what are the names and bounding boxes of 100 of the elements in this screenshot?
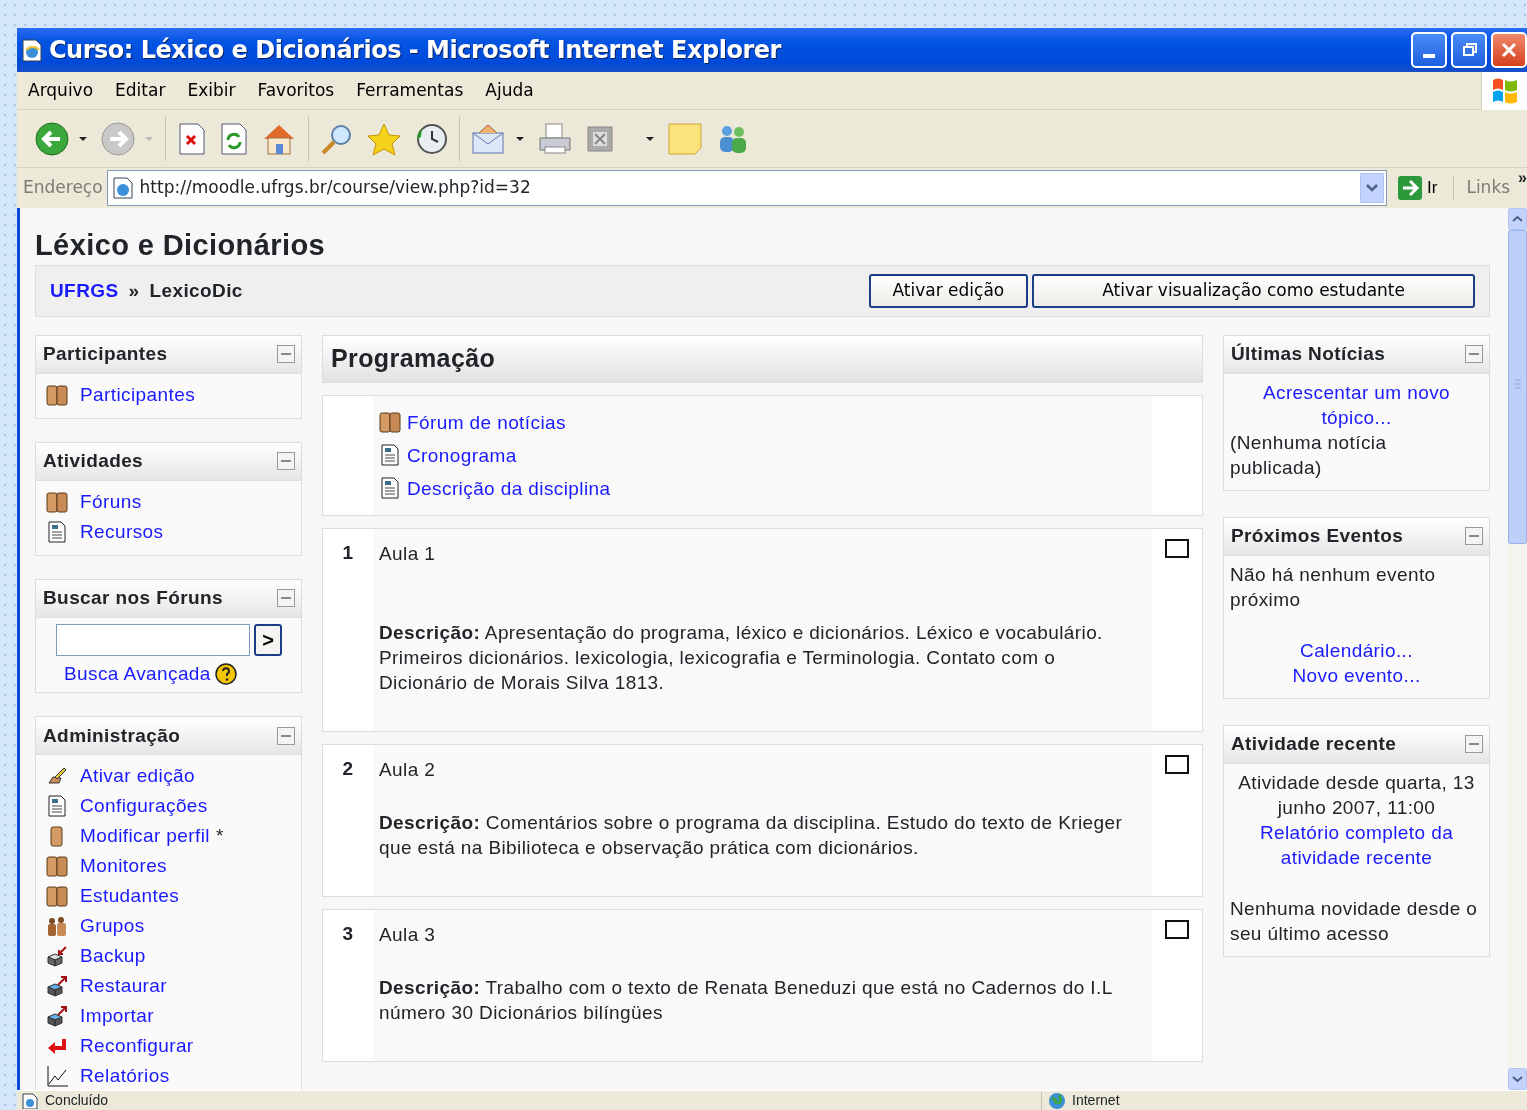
block-link[interactable]: Novo evento... — [1230, 662, 1483, 688]
menu-item[interactable]: Favoritos — [246, 77, 346, 104]
topic-description: Descrição: Apresentação do programa, léxico e dicionários. Léxico e vocabulário. Primeiros dicionários. lexicologia, lexicografia e Terminologia. Contato com o Dicionário de Morais Silva 1813. — [379, 620, 1104, 695]
menu-link[interactable]: Monitores — [80, 852, 168, 881]
topic-number: 3 — [341, 921, 355, 946]
collapse-icon[interactable] — [277, 345, 295, 364]
star-icon — [366, 121, 402, 156]
square-icon[interactable] — [1165, 538, 1189, 559]
breadcrumb-current: LexicoDic — [149, 278, 243, 303]
topic-number: 1 — [341, 540, 355, 565]
sticky-note-icon — [667, 121, 703, 156]
document-icon — [379, 444, 401, 467]
menu-link[interactable]: Participantes — [80, 380, 196, 410]
document-icon — [46, 520, 68, 543]
document-icon — [379, 477, 401, 500]
block-title: Atividades — [43, 449, 144, 474]
resource-link[interactable]: Cronograma — [407, 442, 517, 468]
advanced-search-link[interactable]: Busca Avançada — [64, 659, 211, 689]
collapse-icon[interactable] — [277, 589, 295, 608]
zone-text: Internet — [1072, 1091, 1120, 1110]
menu-link[interactable]: Fóruns — [80, 487, 142, 517]
page-title: Léxico e Dicionários — [35, 228, 327, 263]
close-button[interactable] — [1491, 32, 1527, 68]
menu-link[interactable]: Ativar edição — [80, 762, 196, 791]
block-link[interactable]: Relatório completo da atividade recente — [1230, 819, 1483, 870]
menu-link[interactable]: Restaurar — [80, 972, 168, 1001]
search-field[interactable] — [56, 623, 250, 656]
browser-page-icon — [21, 38, 43, 62]
breadcrumb-separator: » — [128, 278, 140, 303]
topic-description: Descrição: Trabalho com o texto de Renata Beneduzi que está no Cadernos do I.L número 30 Dicionários bilíngües — [379, 975, 1113, 1025]
menu-link[interactable]: Recursos — [80, 517, 164, 547]
topic-description: Descrição: Comentários sobre o programa da disciplina. Estudo do texto de Krieger que está na Bibilioteca e observação prática com dicionários. — [379, 810, 1124, 860]
dropdown-button[interactable] — [1360, 173, 1385, 203]
required-mark: * — [215, 824, 224, 849]
topic-title: Aula 3 — [379, 922, 437, 947]
block-text: Não há nenhum evento próximo — [1230, 562, 1437, 612]
scroll-thumb[interactable] — [1508, 230, 1527, 544]
go-button[interactable]: Ir — [1391, 175, 1455, 201]
more-chevron[interactable]: » — [1518, 166, 1527, 190]
envelope-icon — [471, 122, 507, 155]
restore-button[interactable] — [1451, 32, 1487, 68]
menu-link[interactable]: Grupos — [80, 912, 145, 941]
collapse-icon[interactable] — [1465, 735, 1483, 754]
block-link[interactable]: Calendário... — [1230, 637, 1483, 663]
block-text: Atividade desde quarta, 13 junho 2007, 11:00 — [1237, 770, 1476, 820]
menu-item[interactable]: Ferramentas — [345, 77, 475, 104]
collapse-icon[interactable] — [277, 726, 295, 745]
edit-button[interactable]: Ativar edição — [868, 274, 1029, 308]
document-icon — [46, 795, 68, 818]
menu-link[interactable]: Estudantes — [80, 882, 180, 911]
globe-icon — [1048, 1091, 1067, 1110]
menu-item[interactable]: Ajuda — [474, 77, 545, 104]
block-text: Nenhuma novidade desde o seu último acesso — [1230, 896, 1479, 946]
block-title: Atividade recente — [1231, 732, 1397, 757]
square-icon[interactable] — [1165, 919, 1189, 940]
menu-link[interactable]: Importar — [80, 1002, 154, 1031]
topic-title: Aula 2 — [379, 757, 437, 782]
help-icon — [214, 663, 237, 686]
minimize-button[interactable] — [1411, 32, 1447, 68]
resource-link[interactable]: Descrição da disciplina — [407, 475, 611, 501]
history-clock-icon — [414, 121, 448, 156]
menu-item[interactable]: Editar — [104, 77, 177, 104]
menu-link[interactable]: Relatórios — [80, 1062, 170, 1090]
block-title: Administração — [43, 723, 181, 748]
square-icon[interactable] — [1165, 754, 1189, 775]
menu-item[interactable]: Arquivo — [17, 77, 105, 104]
breadcrumb-link[interactable]: UFRGS — [50, 276, 119, 306]
links-label[interactable]: Links — [1458, 175, 1515, 201]
collapse-icon[interactable] — [277, 452, 295, 471]
menu-link[interactable]: Configurações — [80, 792, 208, 821]
box-arrow-icon — [46, 1005, 68, 1028]
minimize-icon — [1423, 54, 1435, 58]
topic-title: Aula 1 — [379, 541, 437, 566]
status-text: Concluído — [45, 1091, 109, 1110]
block-title: Buscar nos Fóruns — [43, 586, 223, 611]
section-heading: Programação — [322, 334, 1203, 383]
block-title: Últimas Notícias — [1231, 342, 1386, 367]
resource-link[interactable]: Fórum de notícias — [407, 409, 566, 435]
address-label: Endereço — [23, 176, 103, 200]
printer-icon — [537, 121, 573, 156]
search-button[interactable]: > — [254, 623, 282, 656]
menu-link[interactable]: Reconfigurar — [80, 1032, 194, 1061]
student-view-button[interactable]: Ativar visualização como estudante — [1032, 274, 1475, 308]
line-chart-icon — [46, 1065, 68, 1088]
block-title: Próximos Eventos — [1231, 524, 1404, 549]
collapse-icon[interactable] — [1465, 527, 1483, 546]
address-field[interactable]: http://moodle.ufrgs.br/course/view.php?id=32 — [106, 170, 1388, 206]
collapse-icon[interactable] — [1465, 345, 1483, 364]
topic-number: 2 — [341, 756, 355, 781]
group-icon — [46, 915, 68, 938]
stop-page-icon — [177, 121, 207, 156]
close-icon — [1499, 40, 1519, 60]
chevron-down-icon — [1365, 183, 1380, 194]
block-text: (Nenhuma notícia publicada) — [1230, 430, 1388, 480]
menu-link[interactable]: Modificar perfil — [80, 822, 210, 851]
menu-item[interactable]: Exibir — [176, 77, 247, 104]
menu-link[interactable]: Backup — [80, 942, 146, 971]
box-arrow-icon — [46, 945, 68, 968]
frame-icon — [585, 123, 615, 154]
block-link[interactable]: Acrescentar um novo tópico... — [1230, 379, 1483, 430]
